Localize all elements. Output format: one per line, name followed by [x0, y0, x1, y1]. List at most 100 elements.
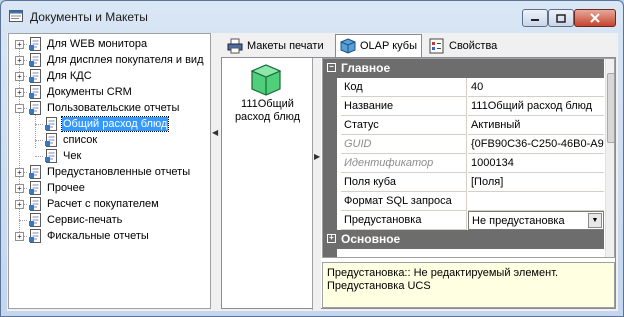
- tree-item-label: Для КДС: [47, 70, 92, 82]
- property-value-text: Не предустановка: [472, 215, 565, 227]
- document-icon: [29, 37, 41, 51]
- cube-icon: [340, 38, 356, 54]
- property-row[interactable]: Идентификатор 1000134: [323, 154, 604, 173]
- tab-label: Свойства: [449, 40, 498, 52]
- row-gutter: [323, 97, 337, 116]
- property-grid[interactable]: − Главное Код 40 Название 111Общий расход блю…: [322, 58, 615, 258]
- tree-item[interactable]: + Для КДС: [9, 68, 210, 84]
- property-value[interactable]: 40: [468, 78, 604, 97]
- tree-item[interactable]: Сервис-печать: [9, 212, 210, 228]
- title-bar[interactable]: Документы и Макеты: [1, 1, 623, 33]
- property-row[interactable]: Название 111Общий расход блюд: [323, 97, 604, 116]
- window-title: Документы и Макеты: [30, 10, 148, 24]
- tree-item-label: Общий расход блюд: [60, 116, 170, 132]
- document-icon: [29, 53, 41, 67]
- property-value[interactable]: 1000134: [468, 154, 604, 173]
- tree-item[interactable]: + Фискальные отчеты: [9, 228, 210, 244]
- collapse-icon[interactable]: −: [15, 104, 24, 113]
- document-icon: [45, 133, 57, 147]
- tree-item-label: список: [63, 134, 98, 146]
- tree-item-label: Пользовательские отчеты: [47, 102, 180, 114]
- expand-icon[interactable]: +: [15, 184, 24, 193]
- properties-icon: [429, 38, 444, 54]
- tree-item[interactable]: + Для WEB монитора: [9, 36, 210, 52]
- property-value[interactable]: [Поля]: [468, 173, 604, 192]
- dropdown-arrow-icon[interactable]: ▼: [588, 213, 602, 228]
- close-icon: [590, 13, 600, 23]
- collapse-left-icon: ◀: [212, 128, 219, 137]
- expand-icon[interactable]: +: [15, 56, 24, 65]
- expand-icon[interactable]: +: [15, 72, 24, 81]
- category-basic[interactable]: + Основное: [323, 230, 604, 249]
- printer-icon: [227, 38, 243, 54]
- tree-item[interactable]: + Прочее: [9, 180, 210, 196]
- property-value[interactable]: Активный: [468, 116, 604, 135]
- property-value-dropdown[interactable]: Не предустановка ▼: [468, 211, 604, 230]
- tab-properties[interactable]: Свойства: [425, 35, 501, 57]
- property-row[interactable]: Статус Активный: [323, 116, 604, 135]
- expand-icon[interactable]: +: [15, 168, 24, 177]
- documents-app-icon: [9, 10, 23, 22]
- expand-icon[interactable]: +: [15, 232, 24, 241]
- olap-cube-list[interactable]: 111Общий расход блюд: [222, 58, 313, 310]
- property-row[interactable]: GUID {0FB90C36-C250-46B0-A9: [323, 135, 604, 154]
- maximize-icon: [556, 13, 566, 23]
- tree-child-item[interactable]: список: [9, 132, 210, 148]
- expand-icon[interactable]: +: [15, 88, 24, 97]
- grid-splitter[interactable]: ▶: [313, 58, 321, 310]
- property-value-text: Активный: [471, 119, 521, 131]
- property-name: Код: [341, 78, 467, 97]
- expand-icon[interactable]: +: [15, 200, 24, 209]
- minimize-button[interactable]: [522, 9, 548, 27]
- close-button[interactable]: [574, 9, 616, 27]
- property-row[interactable]: Предустановка Не предустановка ▼: [323, 211, 604, 230]
- tree-item[interactable]: − Пользовательские отчеты: [9, 100, 210, 116]
- category-label: Основное: [341, 232, 401, 246]
- tree-item-label: Для дисплея покупателя и вид: [47, 54, 204, 66]
- tree-item[interactable]: + Для дисплея покупателя и вид: [9, 52, 210, 68]
- category-main[interactable]: − Главное: [323, 59, 604, 78]
- minimize-icon: [531, 19, 539, 21]
- tree-child-item[interactable]: Общий расход блюд: [9, 116, 210, 132]
- tree-item-label: Чек: [63, 150, 82, 162]
- document-icon: [29, 229, 41, 243]
- tree-item-label: Расчет с покупателем: [47, 198, 159, 210]
- maximize-button[interactable]: [548, 9, 574, 27]
- scrollbar-thumb[interactable]: [607, 73, 614, 143]
- row-gutter: [323, 154, 337, 173]
- property-value-text: [Поля]: [471, 176, 504, 188]
- tree-item[interactable]: + Предустановленные отчеты: [9, 164, 210, 180]
- property-value[interactable]: 111Общий расход блюд: [468, 97, 604, 116]
- tab-print-layouts[interactable]: Макеты печати: [223, 35, 328, 57]
- property-name: Поля куба: [341, 173, 467, 192]
- documents-tree[interactable]: + Для WEB монитора + Для дисплея покупателя…: [8, 33, 211, 309]
- tree-item[interactable]: + Документы CRM: [9, 84, 210, 100]
- document-icon: [29, 213, 41, 227]
- property-description: Предустановка:: Не редактируемый элемент…: [322, 262, 615, 308]
- tree-guide-line: [35, 156, 43, 157]
- tree-item-label: Прочее: [47, 182, 85, 194]
- tree-child-item[interactable]: Чек: [9, 148, 210, 164]
- property-value-text: {0FB90C36-C250-46B0-A9: [471, 138, 604, 150]
- collapse-icon[interactable]: −: [327, 63, 336, 72]
- tree-splitter[interactable]: ◀: [211, 33, 219, 309]
- tree-item-label: Для WEB монитора: [47, 38, 148, 50]
- tab-olap-cubes[interactable]: OLAP кубы: [335, 34, 422, 57]
- tree-item[interactable]: + Расчет с покупателем: [9, 196, 210, 212]
- property-value[interactable]: {0FB90C36-C250-46B0-A9: [468, 135, 604, 154]
- expand-icon[interactable]: +: [327, 234, 336, 243]
- row-gutter: [323, 249, 337, 257]
- property-value[interactable]: [468, 192, 604, 211]
- property-row[interactable]: Поля куба [Поля]: [323, 173, 604, 192]
- vertical-scrollbar[interactable]: [605, 59, 614, 257]
- expand-icon[interactable]: +: [15, 40, 24, 49]
- property-row[interactable]: Код 40: [323, 78, 604, 97]
- olap-panel: 111Общий расход блюд ▶ − Главное Код 40 Назв…: [221, 57, 616, 310]
- property-value-text: 40: [471, 81, 484, 93]
- document-icon: [29, 69, 41, 83]
- property-row[interactable]: Формат SQL запроса: [323, 192, 604, 211]
- document-icon: [45, 117, 57, 131]
- document-icon: [29, 101, 41, 115]
- olap-cube-item[interactable]: 111Общий расход блюд: [224, 98, 311, 124]
- row-gutter: [323, 173, 337, 192]
